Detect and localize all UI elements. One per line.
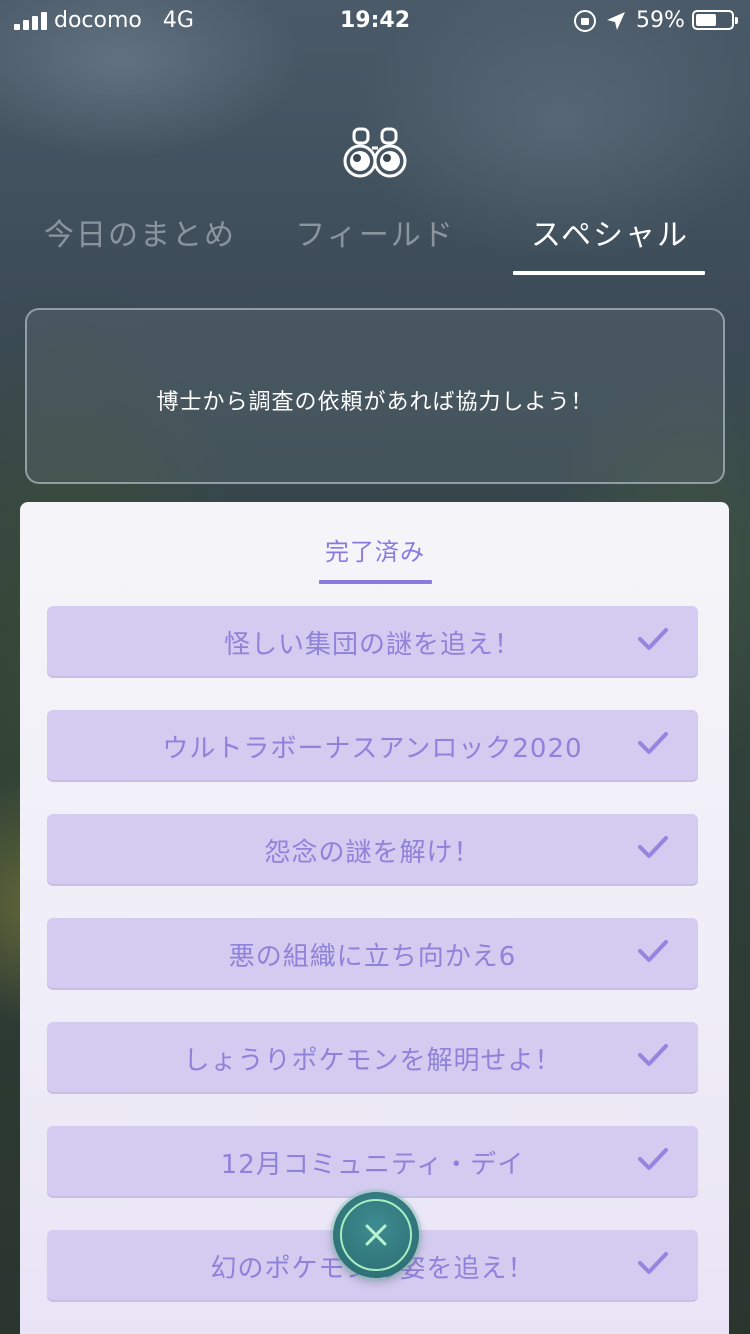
status-bar: docomo 4G 19:42 59% [0, 0, 750, 40]
tab-completed[interactable]: 完了済み [310, 532, 440, 567]
battery-icon [692, 10, 738, 30]
completed-tab-indicator [319, 580, 432, 584]
check-icon [638, 836, 668, 858]
check-icon [638, 1044, 668, 1066]
check-icon [638, 940, 668, 962]
check-icon [638, 1252, 668, 1274]
check-icon [638, 628, 668, 650]
research-item[interactable]: しょうりポケモンを解明せよ！ [47, 1022, 698, 1092]
location-arrow-icon [607, 12, 625, 30]
close-button[interactable] [333, 1192, 419, 1278]
research-item[interactable]: 怪しい集団の謎を追え！ [47, 606, 698, 676]
info-message: 博士から調査の依頼があれば協力しよう！ [156, 390, 594, 415]
research-item-label: 悪の組織に立ち向かえ6 [228, 942, 517, 972]
special-research-info-box: 博士から調査の依頼があれば協力しよう！ [25, 308, 725, 484]
tab-field[interactable]: フィールド [290, 210, 460, 253]
battery-percent: 59% [636, 8, 685, 33]
close-icon [365, 1224, 387, 1246]
research-item-label: 12月コミュニティ・デイ [220, 1150, 525, 1180]
active-tab-indicator [513, 271, 705, 275]
orientation-lock-icon [574, 10, 596, 32]
check-icon [638, 1148, 668, 1170]
battery-fill [696, 14, 716, 26]
tab-today-summary[interactable]: 今日のまとめ [40, 210, 240, 253]
research-item[interactable]: 悪の組織に立ち向かえ6 [47, 918, 698, 988]
research-item[interactable]: ウルトラボーナスアンロック2020 [47, 710, 698, 780]
research-item-label: ウルトラボーナスアンロック2020 [162, 734, 583, 764]
research-item-label: 怨念の謎を解け！ [264, 838, 481, 868]
research-item-label: しょうりポケモンを解明せよ！ [183, 1046, 562, 1076]
research-item[interactable]: 12月コミュニティ・デイ [47, 1126, 698, 1196]
binoculars-icon [343, 127, 407, 178]
research-item-label: 怪しい集団の謎を追え！ [223, 630, 521, 660]
research-item[interactable]: 怨念の謎を解け！ [47, 814, 698, 884]
check-icon [638, 732, 668, 754]
tab-special[interactable]: スペシャル [515, 210, 705, 253]
